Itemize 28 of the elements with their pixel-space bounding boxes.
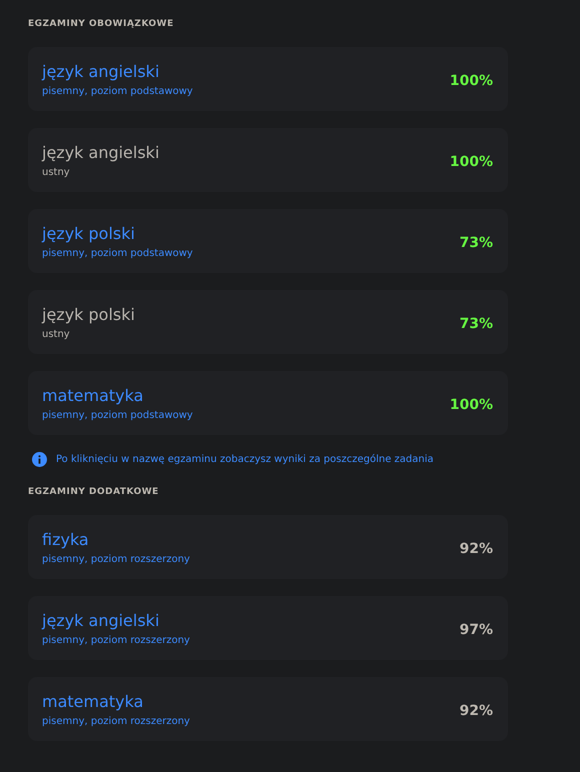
exam-detail: pisemny, poziom podstawowy [42,410,193,420]
exam-detail: pisemny, poziom rozszerzony [42,634,190,646]
exam-score: 100% [450,397,493,413]
exam-title-link[interactable]: język angielski [42,62,193,80]
section-heading: EGZAMINY DODATKOWE [28,487,160,497]
exam-score: 97% [459,622,493,638]
section-heading: EGZAMINY OBOWIĄZKOWE [28,19,175,29]
info-icon [32,452,47,467]
exam-score: 92% [459,541,493,557]
exam-detail: ustny [42,328,71,340]
exam-score: 92% [459,703,493,719]
exam-title-link[interactable]: matematyka [42,386,193,404]
exam-detail: pisemny, poziom podstawowy [42,86,193,96]
exam-score: 73% [459,316,493,332]
exam-score: 100% [450,154,493,170]
exam-detail: ustny [42,166,71,178]
exam-detail: pisemny, poziom podstawowy [42,248,193,258]
exam-score: 100% [450,73,493,89]
exam-title-link[interactable]: fizyka [42,530,190,548]
exam-title-link[interactable]: język angielski [42,610,190,630]
exam-title-link[interactable]: matematyka [42,692,190,710]
exam-title-link[interactable]: język polski [42,224,193,242]
exam-score: 73% [459,235,493,251]
exam-detail: pisemny, poziom rozszerzony [42,716,190,726]
exam-title: język angielski [42,142,160,162]
info-note: Po kliknięciu w nazwę egzaminu zobaczysz wyniki za poszczególne zadania [56,454,434,465]
exam-title: język polski [42,304,135,324]
exam-detail: pisemny, poziom rozszerzony [42,554,190,564]
